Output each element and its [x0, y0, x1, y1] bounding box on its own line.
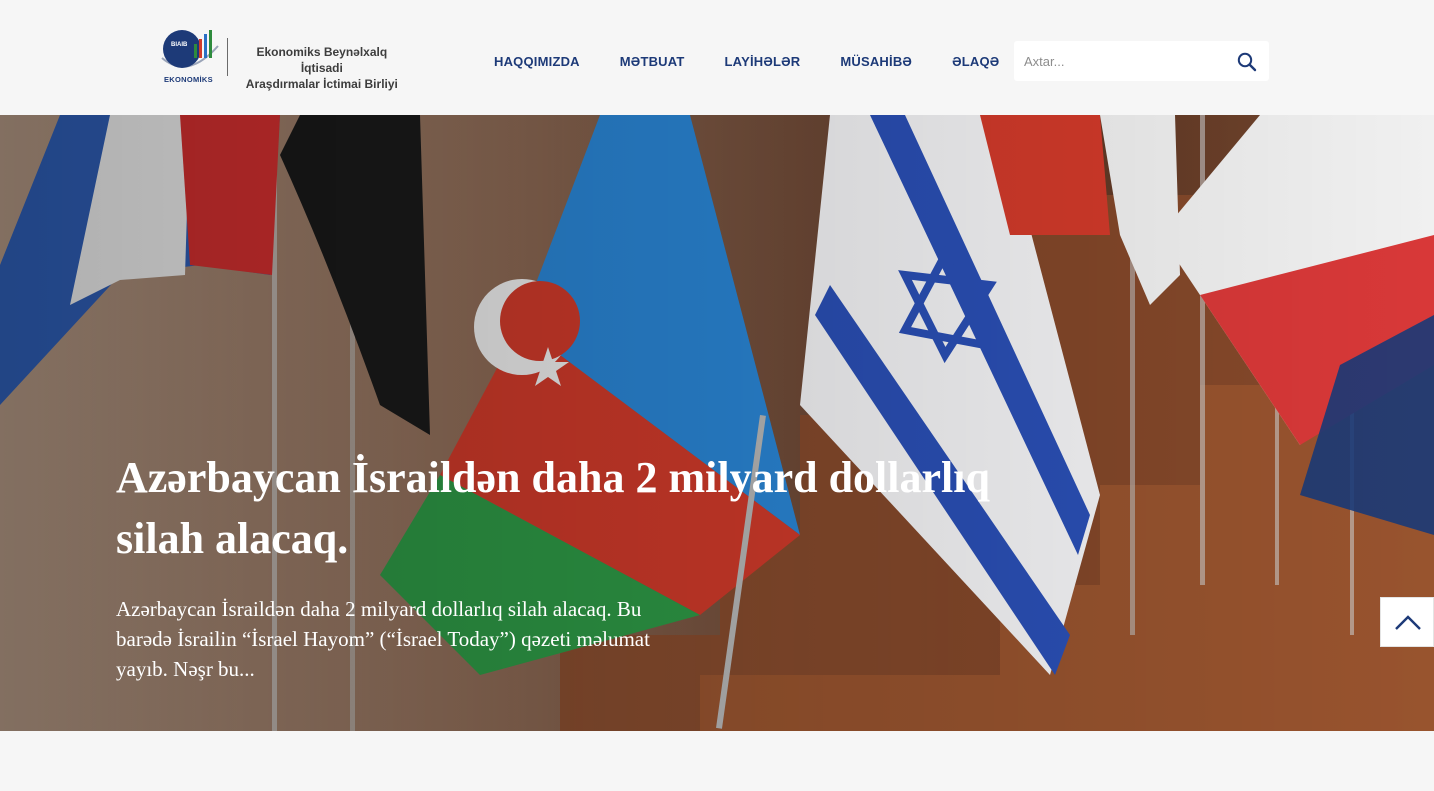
- nav-item-haqqimizda[interactable]: HAQQIMIZDA: [494, 54, 580, 69]
- hero-title[interactable]: Azərbaycan İsraildən daha 2 milyard doll…: [116, 447, 1036, 569]
- hero-slide[interactable]: Azərbaycan İsraildən daha 2 milyard doll…: [0, 115, 1434, 731]
- logo-text: Ekonomiks Beynəlxalq İqtisadi Araşdırmal…: [236, 44, 408, 92]
- back-to-top-button[interactable]: [1380, 597, 1434, 647]
- nav-item-layiheler[interactable]: LAYİHƏLƏR: [725, 54, 801, 69]
- chevron-up-icon: [1395, 615, 1421, 630]
- logo-mark-text: BIAIB: [171, 42, 188, 48]
- search-box: [1014, 41, 1269, 81]
- logo-divider: [226, 38, 228, 76]
- search-input[interactable]: [1014, 41, 1229, 81]
- logo-text-line1: Ekonomiks Beynəlxalq İqtisadi: [256, 45, 388, 75]
- search-icon: [1237, 52, 1257, 72]
- site-logo[interactable]: BIAIB EKONOMİKS Ekonomiks Beynəlxalq İqt…: [158, 28, 408, 91]
- logo-mark: BIAIB EKONOMİKS: [158, 28, 219, 86]
- site-header: BIAIB EKONOMİKS Ekonomiks Beynəlxalq İqt…: [0, 0, 1434, 115]
- search-button[interactable]: [1236, 51, 1258, 73]
- logo-caption: EKONOMİKS: [164, 75, 213, 84]
- hero-excerpt: Azərbaycan İsraildən daha 2 milyard doll…: [116, 597, 650, 681]
- globe-chart-icon: BIAIB: [161, 30, 219, 68]
- nav-item-elaqe[interactable]: ƏLAQƏ: [952, 54, 999, 69]
- main-nav: HAQQIMIZDA MƏTBUAT LAYİHƏLƏR MÜSAHİBƏ ƏL…: [494, 54, 1039, 69]
- logo-text-line2: Araşdırmalar İctimai Birliyi: [245, 77, 398, 91]
- nav-item-metbuat[interactable]: MƏTBUAT: [620, 54, 685, 69]
- nav-item-musahibe[interactable]: MÜSAHİBƏ: [840, 54, 912, 69]
